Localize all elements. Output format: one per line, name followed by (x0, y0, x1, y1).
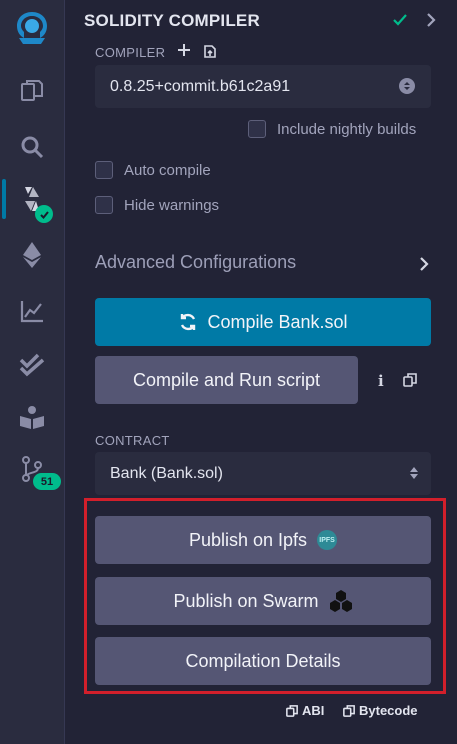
remix-logo-icon[interactable] (0, 6, 64, 50)
include-nightly-label: Include nightly builds (277, 121, 417, 138)
swarm-icon (329, 589, 353, 613)
contract-value: Bank (Bank.sol) (110, 464, 223, 482)
compile-run-label: Compile and Run script (132, 369, 321, 390)
publish-swarm-label: Publish on Swarm (173, 590, 319, 611)
solidity-compiler-panel: SOLIDITY COMPILER COMPILER 0.8.25+commit… (65, 0, 457, 744)
advanced-configurations-toggle[interactable]: Advanced Configurations (95, 252, 296, 273)
chevron-right-icon[interactable] (418, 255, 430, 278)
git-changes-badge: 51 (33, 473, 61, 490)
publish-swarm-button[interactable]: Publish on Swarm (95, 577, 431, 625)
compile-and-run-button[interactable]: Compile and Run script (95, 356, 358, 404)
copy-icon (343, 704, 355, 717)
abi-label: ABI (302, 703, 325, 718)
deploy-run-icon[interactable] (0, 238, 64, 272)
publish-ipfs-button[interactable]: Publish on Ipfs IPFS (95, 516, 431, 564)
compilation-details-button[interactable]: Compilation Details (95, 637, 431, 685)
copy-icon (286, 704, 298, 717)
include-nightly-checkbox[interactable] (248, 120, 266, 138)
copy-icon[interactable] (403, 373, 417, 392)
contract-select[interactable]: Bank (Bank.sol) (95, 452, 431, 495)
compiler-version-select[interactable]: 0.8.25+commit.b61c2a91 (95, 65, 431, 108)
learneth-icon[interactable] (0, 400, 64, 434)
contract-label: CONTRACT (95, 433, 170, 448)
compile-button[interactable]: Compile Bank.sol (95, 298, 431, 346)
chevron-right-icon[interactable] (425, 11, 437, 34)
bytecode-label: Bytecode (359, 703, 418, 718)
compilation-details-label: Compilation Details (185, 650, 341, 671)
hide-warnings-checkbox[interactable] (95, 196, 113, 214)
copy-abi-button[interactable]: ABI (286, 703, 324, 718)
analysis-icon[interactable] (0, 294, 64, 328)
icon-panel: 51 (0, 0, 65, 744)
checkmark-icon (392, 12, 408, 33)
refresh-icon (178, 312, 198, 332)
select-arrows-icon (399, 78, 415, 99)
info-icon[interactable]: i (378, 372, 384, 390)
compile-success-badge (35, 205, 53, 223)
load-file-icon[interactable] (202, 43, 218, 64)
publish-ipfs-label: Publish on Ipfs (188, 529, 308, 550)
compile-button-label: Compile Bank.sol (207, 311, 348, 332)
search-icon[interactable] (0, 130, 64, 164)
compiler-label: COMPILER (95, 45, 166, 60)
auto-compile-label: Auto compile (124, 162, 211, 179)
compiler-version-value: 0.8.25+commit.b61c2a91 (110, 77, 291, 95)
auto-compile-checkbox[interactable] (95, 161, 113, 179)
add-compiler-icon[interactable] (177, 43, 191, 62)
panel-title: SOLIDITY COMPILER (84, 11, 260, 30)
copy-bytecode-button[interactable]: Bytecode (343, 703, 418, 718)
hide-warnings-label: Hide warnings (124, 197, 220, 214)
select-arrows-icon (409, 466, 419, 485)
ipfs-icon: IPFS (317, 530, 338, 550)
file-explorer-icon[interactable] (0, 74, 64, 108)
test-icon[interactable] (0, 348, 64, 382)
solidity-compiler-icon[interactable] (0, 180, 64, 218)
